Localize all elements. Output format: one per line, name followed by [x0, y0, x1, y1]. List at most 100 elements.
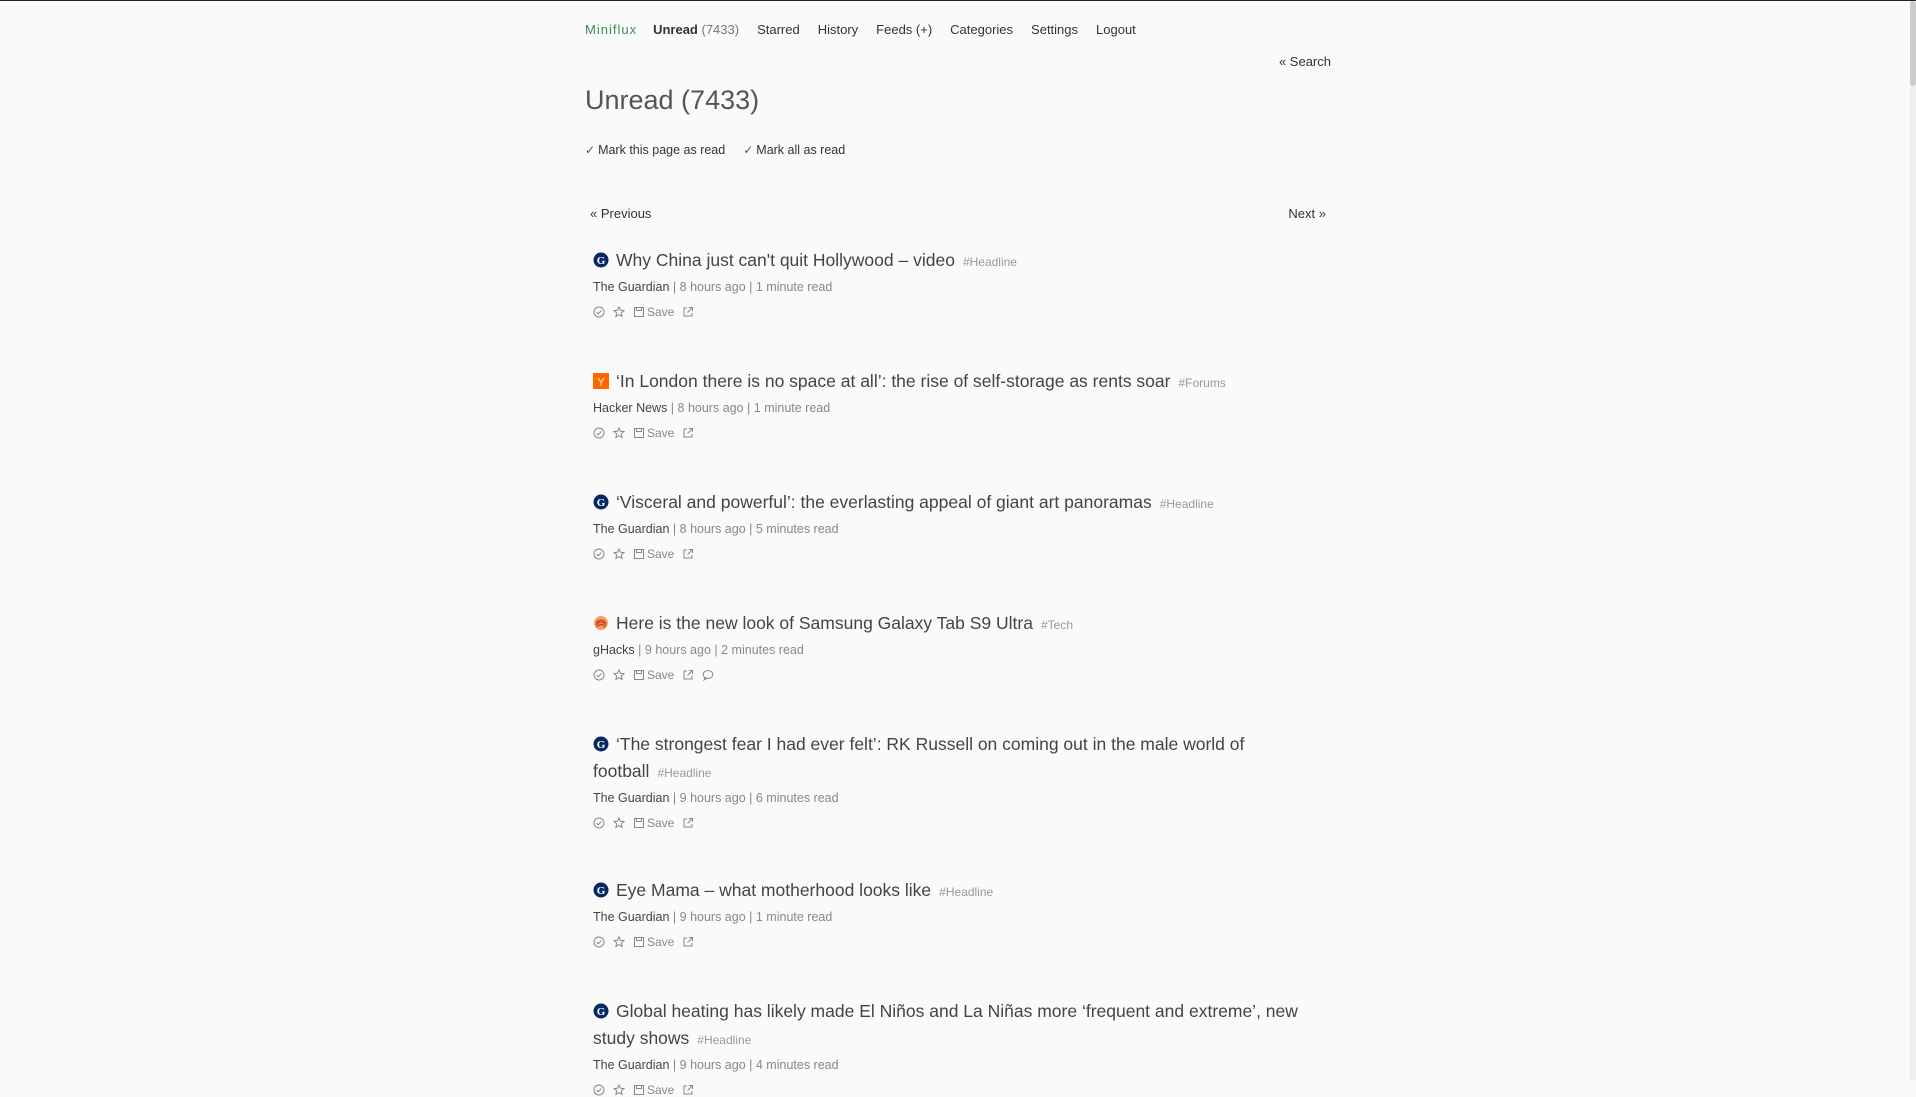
save-icon	[633, 669, 645, 681]
entry-item: G Eye Mama – what motherhood looks like #H…	[593, 877, 1323, 949]
mark-read-button[interactable]	[593, 548, 605, 560]
search-link[interactable]: « Search	[1279, 54, 1331, 69]
mark-read-button[interactable]	[593, 669, 605, 681]
entry-title: G ‘Visceral and powerful’: the everlastin…	[593, 489, 1323, 518]
entry-title-link[interactable]: ‘In London there is no space at all’: th…	[616, 371, 1170, 391]
external-link-button[interactable]	[682, 669, 694, 681]
entry-category-tag[interactable]: #Tech	[1041, 618, 1073, 632]
save-button[interactable]: Save	[633, 305, 674, 319]
mark-read-button[interactable]	[593, 1084, 605, 1096]
check-circle-icon	[593, 306, 605, 318]
save-button[interactable]: Save	[633, 1083, 674, 1097]
entry-time: 9 hours ago	[644, 643, 711, 657]
entry-reading-time: 1 minute read	[755, 910, 833, 924]
entry-time: 8 hours ago	[679, 522, 746, 536]
guardian-icon: G	[593, 249, 609, 268]
entry-feed-link[interactable]: The Guardian	[593, 791, 669, 805]
entry-title-link[interactable]: Here is the new look of Samsung Galaxy T…	[616, 613, 1033, 633]
star-button[interactable]	[613, 669, 625, 681]
entry-title-link[interactable]: ‘Visceral and powerful’: the everlasting…	[616, 492, 1152, 512]
entry-category-tag[interactable]: #Headline	[963, 255, 1017, 269]
hacker-news-icon: Y	[593, 370, 609, 389]
save-button[interactable]: Save	[633, 547, 674, 561]
mark-read-button[interactable]	[593, 427, 605, 439]
save-button[interactable]: Save	[633, 426, 674, 440]
entry-category-tag[interactable]: #Headline	[697, 1033, 751, 1047]
external-link-icon	[682, 548, 694, 560]
star-button[interactable]	[613, 306, 625, 318]
entry-meta: The Guardian | 9 hours ago | 1 minute re…	[593, 910, 833, 924]
entry-feed-link[interactable]: The Guardian	[593, 1058, 669, 1072]
check-circle-icon	[593, 548, 605, 560]
external-link-button[interactable]	[682, 306, 694, 318]
mark-read-button[interactable]	[593, 936, 605, 948]
nav-categories[interactable]: Categories	[950, 22, 1013, 37]
entry-reading-time: 2 minutes read	[721, 643, 804, 657]
nav-history[interactable]: History	[818, 22, 858, 37]
nav-logout[interactable]: Logout	[1096, 22, 1136, 37]
page-actions: ✓ Mark this page as read ✓ Mark all as rea…	[585, 143, 863, 157]
entry-time: 9 hours ago	[679, 910, 746, 924]
mark-all-read-label: Mark all as read	[756, 143, 846, 157]
entry-feed-link[interactable]: The Guardian	[593, 280, 669, 294]
entry-title: G Eye Mama – what motherhood looks like #H…	[593, 877, 1323, 906]
check-circle-icon	[593, 817, 605, 829]
nav-starred[interactable]: Starred	[757, 22, 800, 37]
comments-button[interactable]	[702, 669, 714, 681]
check-circle-icon	[593, 669, 605, 681]
save-button[interactable]: Save	[633, 668, 674, 682]
entry-time: 8 hours ago	[677, 401, 744, 415]
external-link-button[interactable]	[682, 817, 694, 829]
save-button[interactable]: Save	[633, 816, 674, 830]
entry-reading-time: 6 minutes read	[755, 791, 839, 805]
mark-read-button[interactable]	[593, 817, 605, 829]
entry-time: 9 hours ago	[679, 791, 746, 805]
nav-unread-count: (7433)	[701, 21, 740, 37]
external-link-button[interactable]	[682, 548, 694, 560]
mark-page-read-button[interactable]: ✓ Mark this page as read	[585, 143, 725, 157]
external-link-button[interactable]	[682, 1084, 694, 1096]
entry-feed-link[interactable]: Hacker News	[593, 401, 667, 415]
scrollbar-thumb[interactable]	[1910, 1, 1916, 86]
entry-actions: Save	[593, 305, 1323, 319]
entry-title-link[interactable]: Eye Mama – what motherhood looks like	[616, 880, 931, 900]
entry-feed-link[interactable]: gHacks	[593, 643, 635, 657]
save-label: Save	[647, 816, 675, 830]
external-link-button[interactable]	[682, 936, 694, 948]
entry-category-tag[interactable]: #Headline	[657, 766, 711, 780]
nav-feeds[interactable]: Feeds (+)	[876, 22, 932, 37]
entry-feed-link[interactable]: The Guardian	[593, 910, 669, 924]
guardian-icon: G	[593, 879, 609, 898]
mark-read-button[interactable]	[593, 306, 605, 318]
entry-category-tag[interactable]: #Headline	[1160, 497, 1214, 511]
scrollbar[interactable]	[1910, 1, 1916, 1080]
external-link-button[interactable]	[682, 427, 694, 439]
brand-logo[interactable]: Miniflux	[585, 22, 637, 37]
entry-title-link[interactable]: Why China just can't quit Hollywood – vi…	[616, 250, 955, 270]
star-icon	[613, 1084, 625, 1096]
save-icon	[633, 1084, 645, 1096]
svg-text:G: G	[597, 739, 606, 751]
nav-unread[interactable]: Unread (7433)	[653, 22, 739, 37]
star-button[interactable]	[613, 817, 625, 829]
entry-feed-link[interactable]: The Guardian	[593, 522, 669, 536]
svg-text:Y: Y	[597, 377, 605, 389]
entry-category-tag[interactable]: #Forums	[1178, 376, 1225, 390]
save-icon	[633, 427, 645, 439]
star-button[interactable]	[613, 1084, 625, 1096]
save-icon	[633, 936, 645, 948]
nav-settings[interactable]: Settings	[1031, 22, 1078, 37]
previous-page-link[interactable]: « Previous	[590, 206, 651, 221]
next-page-link[interactable]: Next »	[1288, 206, 1326, 221]
entry-title: Y ‘In London there is no space at all’: t…	[593, 368, 1323, 397]
star-button[interactable]	[613, 427, 625, 439]
entry-category-tag[interactable]: #Headline	[939, 885, 993, 899]
save-label: Save	[647, 935, 675, 949]
save-label: Save	[647, 1083, 675, 1097]
star-button[interactable]	[613, 548, 625, 560]
save-label: Save	[647, 426, 675, 440]
star-button[interactable]	[613, 936, 625, 948]
mark-all-read-button[interactable]: ✓ Mark all as read	[743, 143, 845, 157]
save-button[interactable]: Save	[633, 935, 674, 949]
entry-reading-time: 1 minute read	[753, 401, 831, 415]
